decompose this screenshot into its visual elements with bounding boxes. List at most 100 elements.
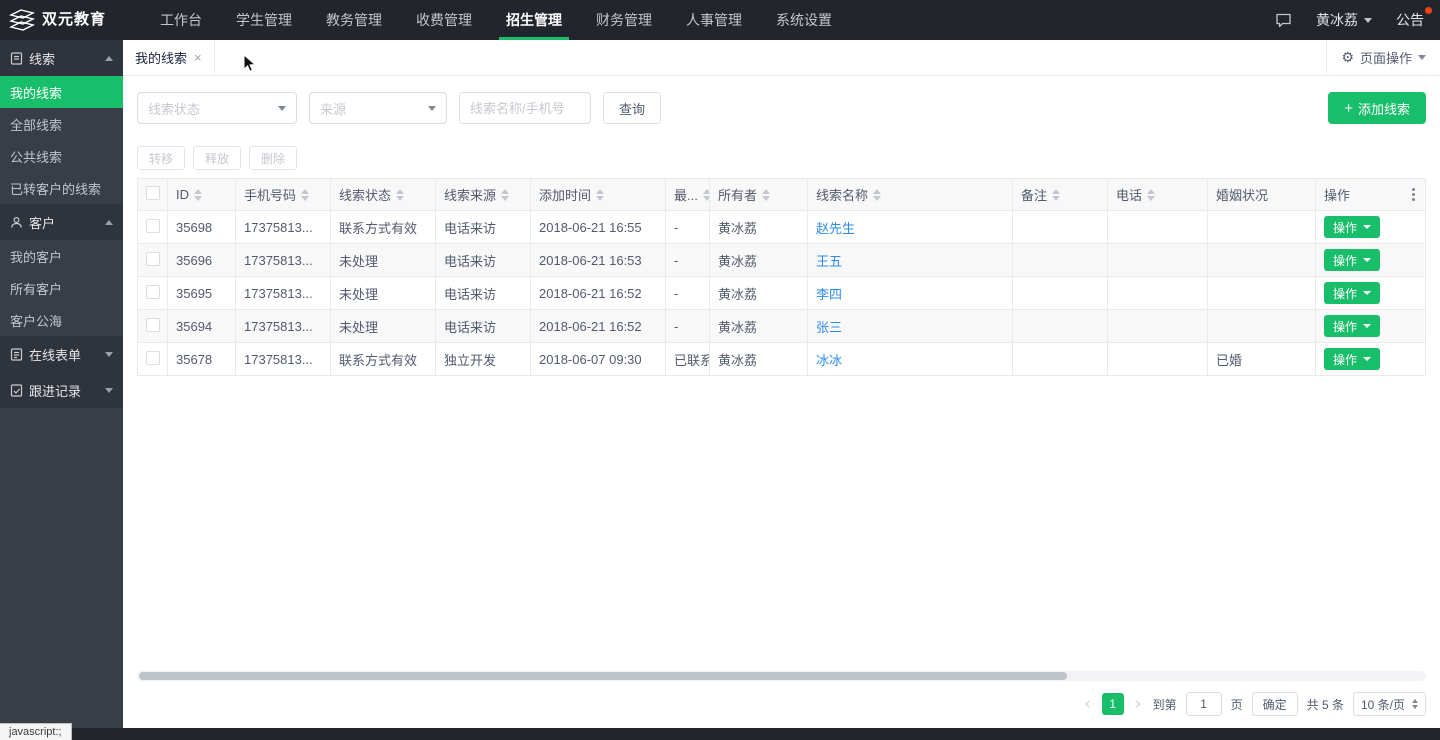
user-menu[interactable]: 黄冰荔 [1316, 10, 1372, 30]
col-label: 婚姻状况 [1216, 188, 1269, 203]
sidebar-group-leads[interactable]: 线索 [0, 40, 123, 76]
sidebar-item-public-leads[interactable]: 公共线索 [0, 140, 123, 172]
sort-icon[interactable] [194, 188, 202, 201]
page-actions-button[interactable]: ⚙ 页面操作 [1326, 40, 1440, 75]
col-actions: 操作 [1315, 178, 1426, 211]
sidebar-item-my-customers[interactable]: 我的客户 [0, 240, 123, 272]
row-checkbox[interactable] [146, 317, 160, 332]
lead-status-placeholder: 线索状态 [148, 101, 201, 117]
next-page-icon[interactable]: › [1133, 695, 1144, 713]
goto-label: 到第 [1152, 697, 1177, 712]
sidebar-item-customer-pool[interactable]: 客户公海 [0, 304, 123, 336]
sort-icon[interactable] [702, 188, 709, 201]
sidebar-item-all-customers[interactable]: 所有客户 [0, 272, 123, 304]
row-action-label: 操作 [1333, 319, 1358, 334]
sidebar-group-online-forms[interactable]: 在线表单 [0, 336, 123, 372]
lead-name-link[interactable]: 李四 [816, 287, 842, 302]
nav-item-admissions[interactable]: 招生管理 [489, 0, 579, 40]
cell-phone: 17375813... [235, 309, 331, 343]
page-size-select[interactable]: 10 条/页 [1352, 692, 1426, 716]
add-lead-button[interactable]: + 添加线索 [1328, 92, 1426, 124]
col-remark[interactable]: 备注 [1012, 178, 1108, 211]
cell-marital [1207, 276, 1316, 310]
scrollbar-thumb[interactable] [139, 672, 1068, 680]
col-phone[interactable]: 手机号码 [235, 178, 331, 211]
sidebar-group-label: 线索 [29, 51, 56, 67]
release-button[interactable]: 释放 [193, 146, 242, 170]
lead-name-link[interactable]: 王五 [816, 254, 842, 269]
select-all-checkbox[interactable] [146, 186, 160, 200]
sort-icon[interactable] [596, 188, 605, 201]
message-icon[interactable] [1275, 12, 1292, 28]
row-action-label: 操作 [1333, 253, 1358, 268]
nav-item-academics[interactable]: 教务管理 [309, 0, 399, 40]
col-label: 手机号码 [244, 188, 297, 203]
sort-icon[interactable] [1147, 188, 1156, 201]
sort-icon[interactable] [301, 188, 310, 201]
row-checkbox[interactable] [146, 218, 160, 233]
row-action-button[interactable]: 操作 [1324, 249, 1381, 271]
online-forms-icon [10, 347, 23, 361]
column-settings-icon[interactable] [1410, 186, 1417, 203]
row-checkbox[interactable] [146, 284, 160, 299]
sort-icon[interactable] [501, 188, 510, 201]
nav-item-fees[interactable]: 收费管理 [399, 0, 489, 40]
col-source[interactable]: 线索来源 [435, 178, 531, 211]
page-number-button[interactable]: 1 [1101, 693, 1124, 715]
nav-item-settings[interactable]: 系统设置 [759, 0, 849, 40]
transfer-button[interactable]: 转移 [137, 146, 186, 170]
row-action-button[interactable]: 操作 [1324, 315, 1381, 337]
chevron-down-icon [428, 105, 436, 111]
cell-name: 王五 [807, 243, 1013, 277]
sidebar: 线索 我的线索 全部线索 公共线索 已转客户的线索 客户 我的客户 所有客户 客… [0, 40, 123, 740]
col-owner[interactable]: 所有者 [709, 178, 808, 211]
nav-item-students[interactable]: 学生管理 [219, 0, 309, 40]
lead-name-link[interactable]: 赵先生 [816, 221, 855, 236]
row-checkbox[interactable] [146, 251, 160, 266]
sort-icon[interactable] [1052, 188, 1061, 201]
chevron-down-icon [105, 351, 113, 357]
row-action-button[interactable]: 操作 [1324, 282, 1381, 304]
cell-tel [1107, 309, 1208, 343]
row-action-button[interactable]: 操作 [1324, 348, 1381, 370]
lead-name-link[interactable]: 张三 [816, 320, 842, 335]
lead-status-select[interactable]: 线索状态 [137, 92, 297, 124]
cell-name: 冰冰 [807, 342, 1013, 376]
row-checkbox[interactable] [146, 350, 160, 365]
announcements-button[interactable]: 公告 [1396, 7, 1432, 30]
col-status[interactable]: 线索状态 [330, 178, 436, 211]
confirm-button[interactable]: 确定 [1251, 692, 1298, 716]
query-button[interactable]: 查询 [603, 92, 662, 124]
nav-item-hr[interactable]: 人事管理 [669, 0, 759, 40]
col-recent[interactable]: 最... [665, 178, 710, 211]
sort-icon[interactable] [873, 188, 882, 201]
status-text: javascript:; [9, 726, 62, 738]
search-input[interactable] [459, 92, 591, 124]
col-tel[interactable]: 电话 [1107, 178, 1208, 211]
delete-button[interactable]: 删除 [249, 146, 298, 170]
tab-my-leads[interactable]: 我的线索 × [123, 40, 215, 75]
col-added-time[interactable]: 添加时间 [530, 178, 666, 211]
sort-icon[interactable] [396, 188, 405, 201]
sidebar-item-all-leads[interactable]: 全部线索 [0, 108, 123, 140]
cell-owner: 黄冰荔 [709, 243, 808, 277]
cell-remark [1012, 309, 1108, 343]
sidebar-group-customers[interactable]: 客户 [0, 204, 123, 240]
col-name[interactable]: 线索名称 [807, 178, 1013, 211]
sort-icon[interactable] [762, 188, 771, 201]
nav-item-finance[interactable]: 财务管理 [579, 0, 669, 40]
lead-source-select[interactable]: 来源 [309, 92, 447, 124]
cell-remark [1012, 243, 1108, 277]
close-icon[interactable]: × [194, 50, 202, 65]
row-action-button[interactable]: 操作 [1324, 216, 1381, 238]
customers-icon [11, 216, 22, 228]
sidebar-group-follow-records[interactable]: 跟进记录 [0, 372, 123, 408]
col-id[interactable]: ID [167, 178, 236, 211]
prev-page-icon[interactable]: ‹ [1082, 695, 1093, 713]
cell-status: 未处理 [330, 243, 436, 277]
sidebar-item-my-leads[interactable]: 我的线索 [0, 76, 123, 108]
goto-page-input[interactable] [1185, 692, 1222, 716]
lead-name-link[interactable]: 冰冰 [816, 353, 842, 368]
nav-item-workbench[interactable]: 工作台 [143, 0, 219, 40]
sidebar-item-converted-leads[interactable]: 已转客户的线索 [0, 172, 123, 204]
